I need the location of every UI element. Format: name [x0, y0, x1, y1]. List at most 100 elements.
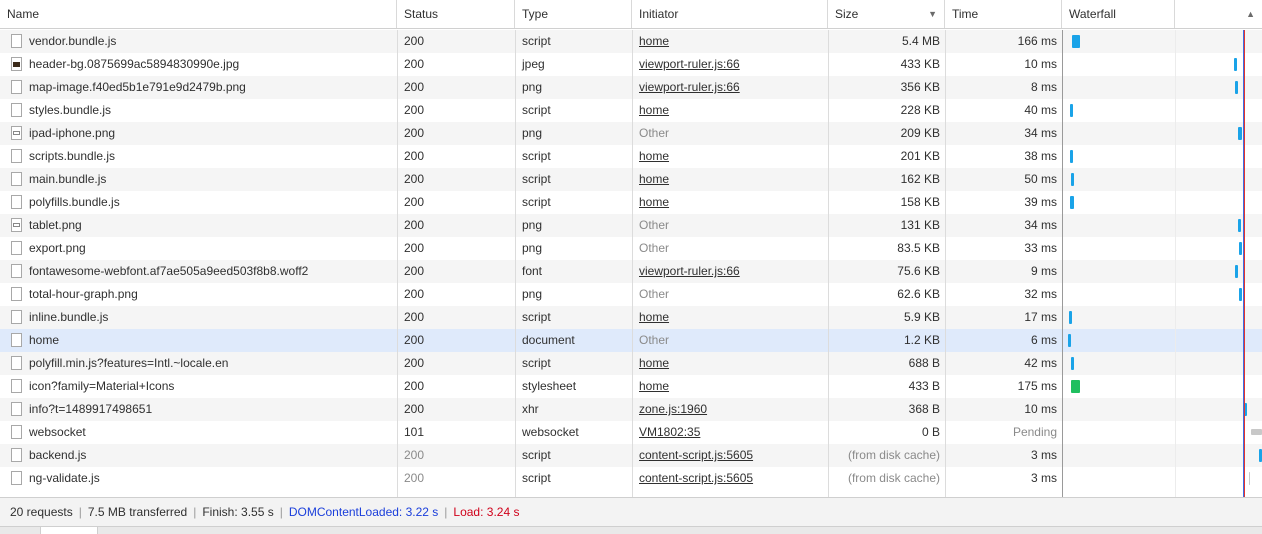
- finish-time: Finish: 3.55 s: [202, 505, 274, 519]
- cell-initiator: home: [632, 99, 828, 122]
- request-name: home: [29, 333, 60, 347]
- waterfall-sort-header[interactable]: ▲: [1175, 0, 1262, 28]
- column-divider: [828, 30, 829, 497]
- initiator-link[interactable]: content-script.js:5605: [639, 448, 753, 462]
- cell-initiator: VM1802:35: [632, 421, 828, 444]
- request-name: icon?family=Material+Icons: [29, 379, 175, 393]
- initiator-link[interactable]: viewport-ruler.js:66: [639, 57, 740, 71]
- table-row[interactable]: header-bg.0875699ac5894830990e.jpg 200 jpe…: [0, 53, 1262, 76]
- initiator-link[interactable]: home: [639, 195, 669, 209]
- table-row[interactable]: websocket 101 websocket VM1802:35 0 B Pending: [0, 421, 1262, 444]
- table-row[interactable]: map-image.f40ed5b1e791e9d2479b.png 200 png…: [0, 76, 1262, 99]
- column-header-initiator[interactable]: Initiator: [632, 0, 828, 28]
- table-row[interactable]: ng-validate.js 200 script content-script.js…: [0, 467, 1262, 490]
- table-row[interactable]: export.png 200 png Other 83.5 KB 33 ms: [0, 237, 1262, 260]
- cell-size: 433 KB: [900, 57, 940, 71]
- column-divider: [632, 30, 633, 497]
- cell-time: 17 ms: [1024, 310, 1057, 324]
- file-icon: [11, 356, 22, 370]
- column-divider: [945, 30, 946, 497]
- table-row[interactable]: fontawesome-webfont.af7ae505a9eed503f8b8…: [0, 260, 1262, 283]
- table-row[interactable]: tablet.png 200 png Other 131 KB 34 ms: [0, 214, 1262, 237]
- cell-initiator: home: [632, 145, 828, 168]
- column-header-waterfall[interactable]: Waterfall: [1062, 0, 1175, 28]
- cell-name: backend.js: [0, 444, 397, 467]
- table-row[interactable]: total-hour-graph.png 200 png Other 62.6 KB 32…: [0, 283, 1262, 306]
- column-header-initiator-label: Initiator: [639, 7, 679, 21]
- initiator-text: Other: [639, 333, 670, 347]
- waterfall-bar: [1235, 265, 1238, 278]
- cell-name: icon?family=Material+Icons: [0, 375, 397, 398]
- cell-time: Pending: [1012, 425, 1057, 439]
- cell-name: ipad-iphone.png: [0, 122, 397, 145]
- initiator-link[interactable]: zone.js:1960: [639, 402, 707, 416]
- drawer-tab[interactable]: [40, 526, 98, 534]
- cell-size: 5.4 MB: [901, 34, 940, 48]
- table-row[interactable]: vendor.bundle.js 200 script home 5.4 MB 166 m…: [0, 30, 1262, 53]
- initiator-link[interactable]: VM1802:35: [639, 425, 700, 439]
- table-row[interactable]: ipad-iphone.png 200 png Other 209 KB 34 ms: [0, 122, 1262, 145]
- cell-type: script: [522, 195, 551, 209]
- file-icon: [11, 195, 22, 209]
- initiator-link[interactable]: viewport-ruler.js:66: [639, 264, 740, 278]
- cell-status: 200: [404, 149, 425, 163]
- cell-status: 200: [404, 218, 425, 232]
- initiator-link[interactable]: home: [639, 310, 669, 324]
- file-icon: [11, 287, 22, 301]
- column-header-size[interactable]: Size ▼: [828, 0, 945, 28]
- waterfall-bar: [1071, 357, 1074, 370]
- table-row[interactable]: scripts.bundle.js 200 script home 201 KB 38 m…: [0, 145, 1262, 168]
- cell-size: 158 KB: [900, 195, 940, 209]
- column-header-name[interactable]: Name: [0, 0, 397, 28]
- table-row[interactable]: info?t=1489917498651 200 xhr zone.js:1960 36…: [0, 398, 1262, 421]
- request-name: inline.bundle.js: [29, 310, 109, 324]
- initiator-text: Other: [639, 126, 670, 140]
- initiator-link[interactable]: home: [639, 103, 669, 117]
- request-name: info?t=1489917498651: [29, 402, 153, 416]
- cell-initiator: home: [632, 375, 828, 398]
- load-event-marker: [1244, 30, 1245, 497]
- initiator-link[interactable]: content-script.js:5605: [639, 471, 753, 485]
- cell-status: 200: [404, 80, 425, 94]
- column-header-waterfall-label: Waterfall: [1069, 7, 1116, 21]
- cell-status: 200: [404, 126, 425, 140]
- table-row[interactable]: styles.bundle.js 200 script home 228 KB 40 ms: [0, 99, 1262, 122]
- table-row[interactable]: polyfill.min.js?features=Intl.~locale.en…: [0, 352, 1262, 375]
- cell-size: 1.2 KB: [903, 333, 940, 347]
- table-row[interactable]: inline.bundle.js 200 script home 5.9 KB 17 ms: [0, 306, 1262, 329]
- column-header-type[interactable]: Type: [515, 0, 632, 28]
- table-row[interactable]: backend.js 200 script content-script.js:560…: [0, 444, 1262, 467]
- initiator-link[interactable]: home: [639, 379, 669, 393]
- file-icon: [11, 310, 22, 324]
- initiator-link[interactable]: home: [639, 172, 669, 186]
- table-row[interactable]: polyfills.bundle.js 200 script home 158 KB 39…: [0, 191, 1262, 214]
- file-icon: [11, 34, 22, 48]
- cell-size: 62.6 KB: [897, 287, 940, 301]
- table-row[interactable]: main.bundle.js 200 script home 162 KB 50 ms: [0, 168, 1262, 191]
- initiator-link[interactable]: home: [639, 34, 669, 48]
- cell-time: 3 ms: [1030, 471, 1057, 485]
- file-icon: [11, 448, 22, 462]
- load-time: Load: 3.24 s: [453, 505, 520, 519]
- table-row[interactable]: icon?family=Material+Icons 200 stylesheet h…: [0, 375, 1262, 398]
- waterfall-bar: [1071, 380, 1080, 393]
- waterfall-bar: [1238, 219, 1241, 232]
- column-header-status[interactable]: Status: [397, 0, 515, 28]
- cell-size: 131 KB: [900, 218, 940, 232]
- initiator-link[interactable]: viewport-ruler.js:66: [639, 80, 740, 94]
- initiator-link[interactable]: home: [639, 356, 669, 370]
- column-header-status-label: Status: [404, 7, 439, 21]
- cell-type: websocket: [522, 425, 579, 439]
- waterfall-bar: [1251, 429, 1262, 435]
- request-name: ng-validate.js: [29, 471, 100, 485]
- file-icon: [11, 402, 22, 416]
- cell-status: 200: [404, 241, 425, 255]
- column-header-time[interactable]: Time: [945, 0, 1062, 28]
- initiator-link[interactable]: home: [639, 149, 669, 163]
- cell-type: script: [522, 149, 551, 163]
- table-row[interactable]: home 200 document Other 1.2 KB 6 ms: [0, 329, 1262, 352]
- column-header-name-label: Name: [7, 7, 40, 21]
- cell-name: home: [0, 329, 397, 352]
- status-bar: 20 requests | 7.5 MB transferred | Finish: 3…: [0, 497, 1262, 526]
- waterfall-bar: [1070, 150, 1073, 163]
